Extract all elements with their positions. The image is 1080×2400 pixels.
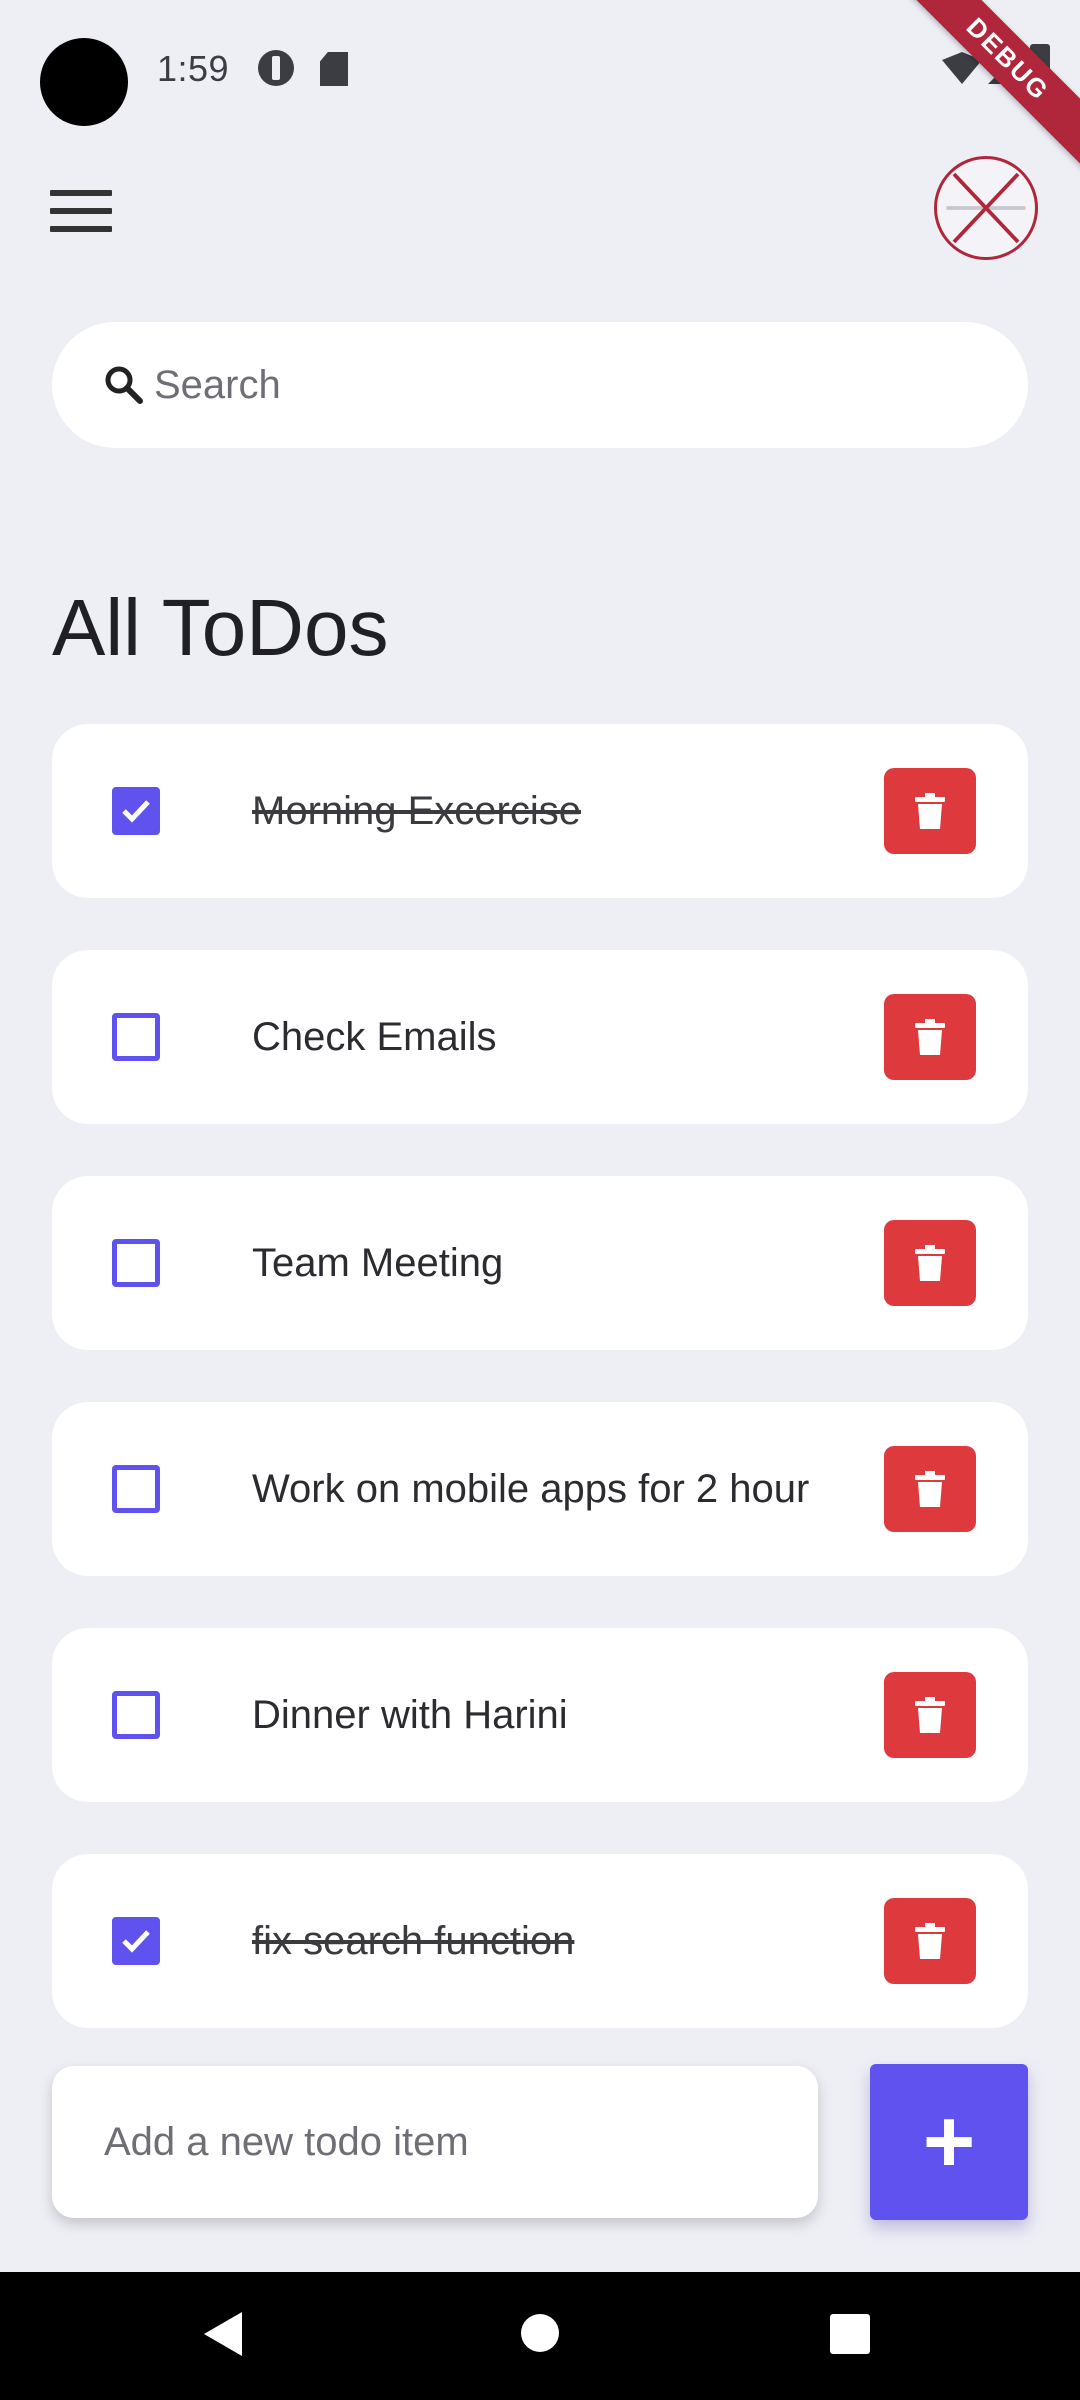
todo-item[interactable]: Check Emails — [52, 950, 1028, 1124]
delete-button[interactable] — [884, 1672, 976, 1758]
trash-icon — [915, 1697, 945, 1733]
todo-text: fix search function — [252, 1919, 575, 1963]
home-icon[interactable] — [521, 2314, 559, 2352]
todo-checkbox[interactable] — [112, 1465, 160, 1513]
add-todo-field[interactable] — [52, 2066, 818, 2218]
broken-image-icon — [946, 172, 1026, 244]
search-icon — [105, 366, 143, 404]
back-icon[interactable] — [204, 2312, 242, 2356]
todo-checkbox[interactable] — [112, 1691, 160, 1739]
todo-item[interactable]: Team Meeting — [52, 1176, 1028, 1350]
todo-text: Morning Excercise — [252, 789, 582, 833]
todo-text: Team Meeting — [252, 1241, 504, 1285]
recent-apps-icon[interactable] — [830, 2314, 870, 2354]
delete-button[interactable] — [884, 1898, 976, 1984]
delete-button[interactable] — [884, 768, 976, 854]
add-todo-button[interactable]: + — [870, 2064, 1028, 2220]
search-bar[interactable] — [52, 322, 1028, 448]
system-nav-bar — [0, 2272, 1080, 2400]
plus-icon: + — [922, 2092, 976, 2192]
page-title: All ToDos — [52, 583, 389, 672]
app-screen: 1:59 DEBUG All ToDos Morning E — [0, 0, 1080, 2400]
add-todo-input[interactable] — [104, 2119, 784, 2165]
trash-icon — [915, 1019, 945, 1055]
delete-button[interactable] — [884, 1446, 976, 1532]
delete-button[interactable] — [884, 994, 976, 1080]
todo-text: Work on mobile apps for 2 hour — [252, 1467, 810, 1511]
status-time: 1:59 — [157, 48, 230, 89]
trash-icon — [915, 1923, 945, 1959]
trash-icon — [915, 793, 945, 829]
search-input[interactable] — [154, 362, 954, 408]
todo-item[interactable]: fix search function — [52, 1854, 1028, 2028]
trash-icon — [915, 1245, 945, 1281]
todo-item[interactable]: Dinner with Harini — [52, 1628, 1028, 1802]
todo-checkbox[interactable] — [112, 1917, 160, 1965]
sd-card-icon — [320, 52, 348, 86]
status-bar: 1:59 — [0, 0, 1080, 140]
trash-icon — [915, 1471, 945, 1507]
todo-checkbox[interactable] — [112, 1239, 160, 1287]
todo-item[interactable]: Morning Excercise — [52, 724, 1028, 898]
todo-checkbox[interactable] — [112, 787, 160, 835]
todo-text: Check Emails — [252, 1015, 497, 1059]
check-icon — [122, 800, 150, 823]
camera-cutout — [40, 38, 128, 126]
avatar[interactable] — [934, 156, 1038, 260]
check-icon — [122, 1930, 150, 1953]
todo-checkbox[interactable] — [112, 1013, 160, 1061]
delete-button[interactable] — [884, 1220, 976, 1306]
todo-item[interactable]: Work on mobile apps for 2 hour — [52, 1402, 1028, 1576]
todo-text: Dinner with Harini — [252, 1693, 568, 1737]
notification-app-icon — [258, 50, 294, 86]
hamburger-menu-icon[interactable] — [50, 190, 112, 232]
